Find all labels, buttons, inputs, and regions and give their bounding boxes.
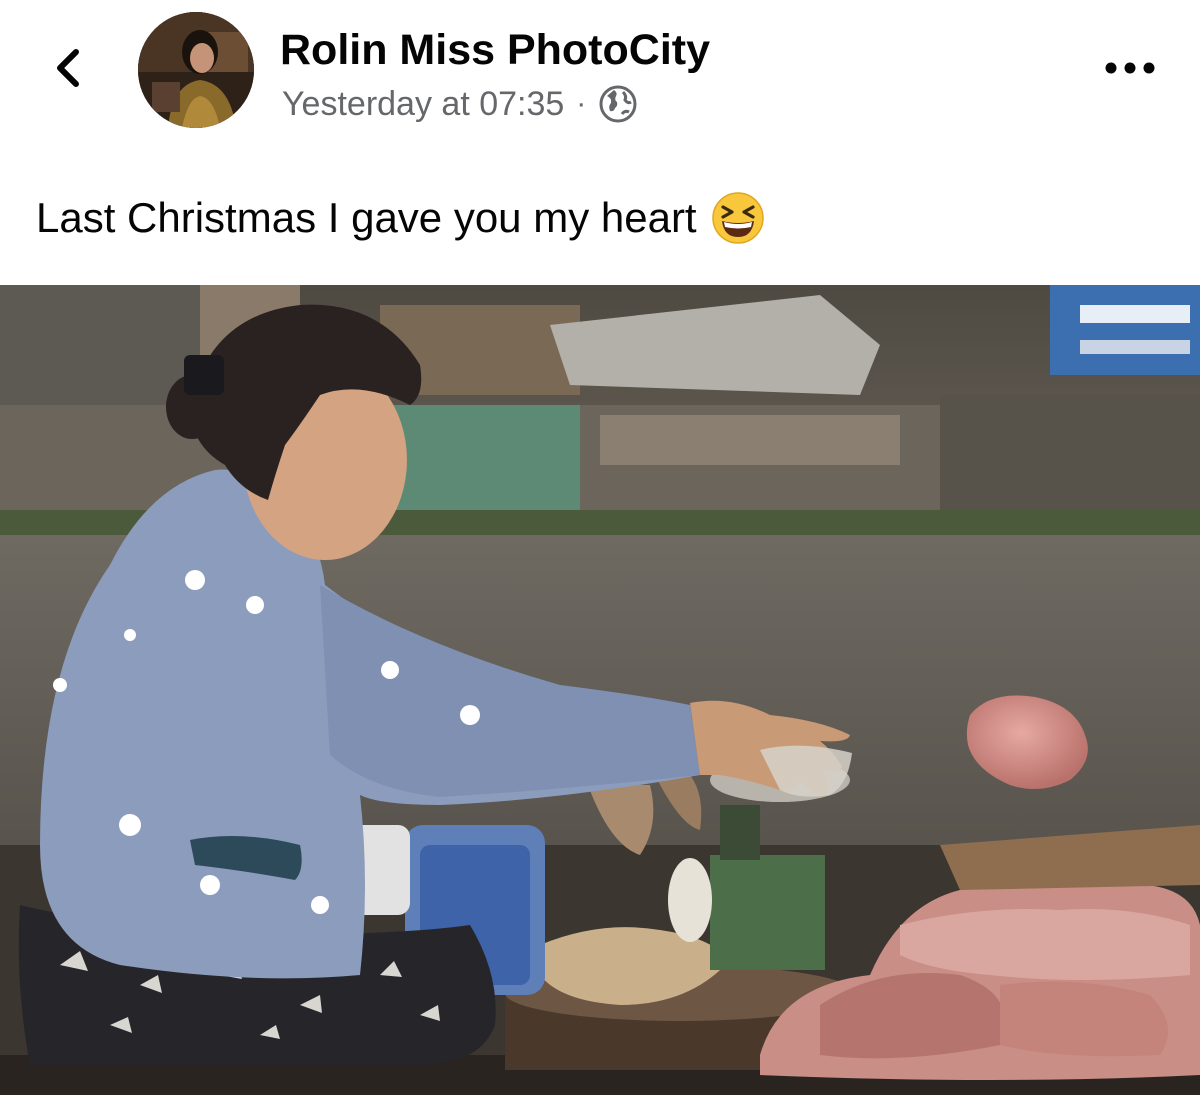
grinning-squinting-face-emoji bbox=[711, 192, 764, 244]
post-photo[interactable] bbox=[0, 285, 1200, 1095]
post-caption: Last Christmas I gave you my heart bbox=[36, 190, 765, 246]
more-horizontal-icon bbox=[1105, 62, 1155, 74]
chevron-left-icon bbox=[57, 49, 79, 87]
avatar-image bbox=[138, 12, 254, 128]
post-view: Rolin Miss PhotoCity Yesterday at 07:35 … bbox=[0, 0, 1200, 1095]
post-timestamp[interactable]: Yesterday at 07:35 bbox=[282, 85, 564, 124]
photo-image bbox=[0, 285, 1200, 1095]
globe-icon bbox=[599, 85, 637, 123]
more-options-button[interactable] bbox=[1100, 46, 1160, 90]
author-name[interactable]: Rolin Miss PhotoCity bbox=[280, 24, 710, 76]
author-avatar[interactable] bbox=[138, 12, 254, 128]
post-meta: Yesterday at 07:35 · bbox=[282, 82, 638, 126]
meta-separator: · bbox=[576, 87, 587, 120]
back-button[interactable] bbox=[40, 40, 96, 96]
post-caption-text: Last Christmas I gave you my heart bbox=[36, 194, 697, 241]
